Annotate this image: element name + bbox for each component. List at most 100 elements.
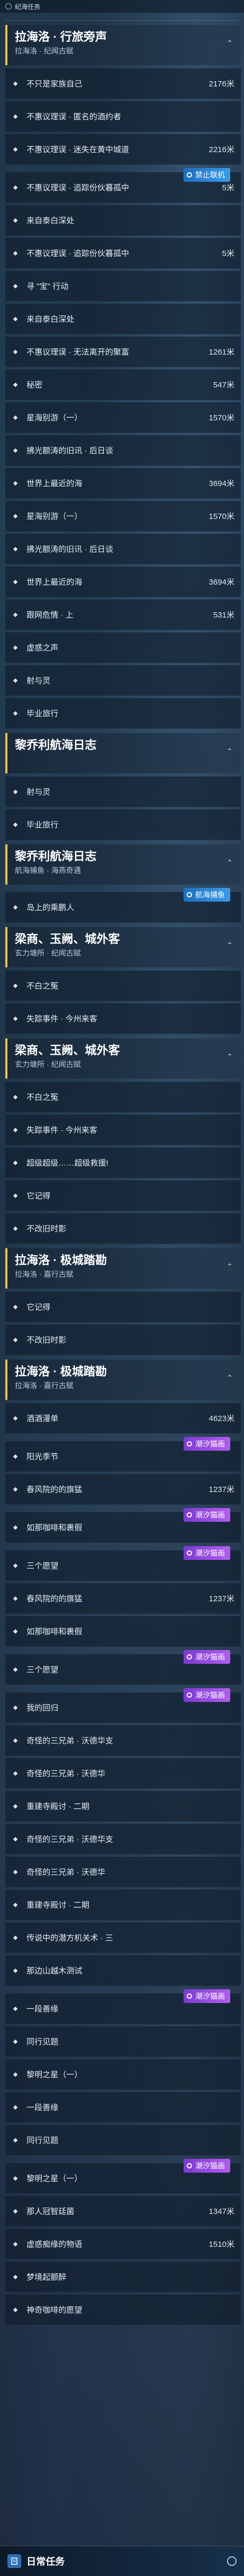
quest-row[interactable]: 不惠议理误 · 追踪份伙暮孤中 5米 (5, 238, 241, 269)
quest-row[interactable]: 拂光额涛的旧讯 · 后日谈 (5, 534, 241, 564)
quest-row[interactable]: 黎明之星（一） (5, 2059, 241, 2090)
diamond-icon (12, 184, 19, 191)
quest-row[interactable]: 世界上最近的海 3694米 (5, 468, 241, 499)
quest-label: 不惠议理误 · 迷失在黄中城道 (27, 145, 129, 154)
quest-row[interactable]: 世界上最近的海 3694米 (5, 567, 241, 597)
expand-icon[interactable] (227, 2556, 237, 2566)
chevron-up-icon[interactable]: ⌃ (225, 1262, 234, 1272)
quest-label: 不白之冤 (27, 1093, 59, 1102)
quest-row[interactable]: 传说中的潜方机关术 · 三 (5, 1922, 241, 1953)
section-header[interactable]: 梁商、玉阙、城外客 玄力塘所 · 纪闻古赋 ⌃ (5, 1038, 241, 1079)
chevron-up-icon[interactable]: ⌃ (225, 39, 234, 48)
daily-quests-footer[interactable]: 日常任务 (0, 2546, 244, 2576)
quest-row[interactable]: 那边山越木测试 (5, 1955, 241, 1986)
quest-row[interactable]: 奇怪的三兄弟 · 沃德华支 (5, 1725, 241, 1756)
diamond-icon (12, 1901, 19, 1909)
diamond-icon (12, 2273, 19, 2281)
quest-row[interactable]: 拂光额涛的旧讯 · 后日谈 (5, 435, 241, 466)
diamond-icon (12, 1628, 19, 1635)
quest-row[interactable]: 毕业旅行 (5, 698, 241, 729)
quest-row[interactable]: 奇怪的三兄弟 · 沃德华 (5, 1857, 241, 1887)
quest-label: 一段善缘 (27, 2005, 59, 2014)
chevron-up-icon[interactable]: ⌃ (225, 941, 234, 950)
quest-row[interactable]: 寻 "宝" 行动 (5, 271, 241, 302)
quest-row[interactable]: 不惠议理误 · 无法离开的聚富 1261米 (5, 337, 241, 367)
quest-row[interactable]: 虚惑痴缘的物语 1510米 (5, 2229, 241, 2260)
quest-distance: 2176米 (208, 80, 234, 89)
section-title: 梁商、玉阙、城外客 (15, 932, 120, 946)
quest-row[interactable]: 一段善缘 (5, 2092, 241, 2123)
diamond-icon (12, 1770, 19, 1777)
quest-row[interactable]: 超级超级……超级救援! (5, 1148, 241, 1178)
quest-row[interactable]: 奇怪的三兄弟 · 沃德华支 (5, 1824, 241, 1855)
quest-row[interactable]: 如那咖啡和裹假 (5, 1616, 241, 1647)
diamond-icon (12, 480, 19, 487)
diamond-icon (12, 788, 19, 796)
chevron-up-icon[interactable]: ⌃ (225, 858, 234, 868)
quest-row[interactable]: 神奇咖啡的愿望 (5, 2295, 241, 2325)
quest-label: 奇怪的三兄弟 · 沃德华支 (27, 1736, 114, 1745)
quest-row[interactable]: 秘密 547米 (5, 369, 241, 400)
diamond-icon (12, 1453, 19, 1460)
quest-row[interactable]: 不改旧时影 (5, 1213, 241, 1244)
quest-row[interactable]: 虚惑之声 (5, 632, 241, 663)
quest-distance: 3694米 (208, 578, 234, 587)
quest-row[interactable]: 不惠议理误 · 追踪份伙暮孤中 5米 禁止联机 (5, 168, 241, 203)
diamond-icon (12, 904, 19, 911)
quest-row[interactable]: 奇怪的三兄弟 · 沃德华 (5, 1758, 241, 1789)
section-header[interactable]: 黎乔利航海日志 航海捕鱼 · 海燕奇遇 ⌃ (5, 844, 241, 885)
diamond-icon (12, 2104, 19, 2111)
quest-row[interactable]: 来自泰白深处 (5, 304, 241, 334)
quest-row[interactable]: 射与灵 (5, 777, 241, 807)
chevron-up-icon[interactable]: ⌃ (225, 1052, 234, 1062)
quest-label: 秘密 (27, 381, 43, 390)
quest-row[interactable]: 不只是家族自己 2176米 (5, 68, 241, 99)
quest-label: 拂光额涛的旧讯 · 后日谈 (27, 545, 114, 554)
quest-row[interactable]: 我的回归 潮汐猫画 (5, 1688, 241, 1723)
quest-row[interactable]: 春风院的的旗猛 1237米 (5, 1474, 241, 1505)
quest-row[interactable]: 重建寺殿讨 · 二期 (5, 1890, 241, 1920)
quest-row[interactable]: 三个愿望 潮汐猫画 (5, 1546, 241, 1581)
diamond-icon (12, 1015, 19, 1022)
quest-row[interactable]: 同行见题 (5, 2026, 241, 2057)
quest-row[interactable]: 不白之冤 (5, 971, 241, 1001)
chevron-up-icon[interactable]: ⌃ (225, 1373, 234, 1383)
quest-row[interactable]: 如那咖啡和裹假 潮汐猫画 (5, 1508, 241, 1543)
quest-row[interactable]: 射与灵 (5, 665, 241, 696)
quest-row[interactable]: 来自泰白深处 (5, 205, 241, 236)
quest-row[interactable]: 岛上的乘鹏人 航海捕鱼 (5, 888, 241, 923)
quest-row[interactable]: 星海别游（一） 1570米 (5, 402, 241, 433)
diamond-icon (12, 2071, 19, 2078)
section-header[interactable]: 拉海洛 · 极城踏勘 拉海洛 · 嘉行古赋 ⌃ (5, 1360, 241, 1400)
section-header[interactable]: 梁商、玉阙、城外客 玄力塘所 · 纪闻古赋 ⌃ (5, 927, 241, 967)
section-header[interactable]: 黎乔利航海日志 ⌃ (5, 733, 241, 773)
quest-row[interactable]: 重建寺殿讨 · 二期 (5, 1791, 241, 1822)
chevron-up-icon[interactable]: ⌃ (225, 747, 234, 756)
quest-row[interactable]: 失踪事件 · 今州来客 (5, 1003, 241, 1034)
quest-icon (5, 3, 12, 10)
section-header[interactable]: 拉海洛 · 行旅旁声 拉海洛 · 纪闻古赋 ⌃ (5, 25, 241, 65)
quest-row[interactable]: 春风院的的旗猛 1237米 (5, 1583, 241, 1614)
section-header[interactable]: 拉海洛 · 极城踏勘 拉海洛 · 嘉行古赋 ⌃ (5, 1248, 241, 1289)
quest-label: 阳光季节 (27, 1452, 59, 1461)
quest-label: 黎明之星（一） (27, 2070, 83, 2079)
quest-row[interactable]: 阳光季节 潮汐猫画 (5, 1437, 241, 1472)
quest-row[interactable]: 梦境起颤醉 (5, 2262, 241, 2292)
quest-row[interactable]: 那人冠智廷菌 1347米 (5, 2196, 241, 2227)
quest-row[interactable]: 一段善缘 潮汐猫画 (5, 1989, 241, 2024)
quest-row[interactable]: 跟网危情 · 上 531米 (5, 599, 241, 630)
quest-row[interactable]: 不改旧时影 (5, 1325, 241, 1355)
quest-row[interactable]: 毕业旅行 (5, 809, 241, 840)
quest-label: 世界上最近的海 (27, 578, 83, 587)
quest-row[interactable]: 它记得 (5, 1180, 241, 1211)
quest-row[interactable]: 不白之冤 (5, 1082, 241, 1113)
quest-row[interactable]: 它记得 (5, 1292, 241, 1322)
quest-row[interactable]: 星海别游（一） 1570米 (5, 501, 241, 532)
quest-row[interactable]: 不惠议理误 · 迷失在黄中城道 2216米 (5, 134, 241, 165)
quest-row[interactable]: 三个愿望 潮汐猫画 (5, 1650, 241, 1685)
quest-row[interactable]: 酒酒漫单 4623米 (5, 1403, 241, 1434)
quest-row[interactable]: 同行见题 (5, 2125, 241, 2156)
quest-row[interactable]: 不惠议理误 · 匿名的酒约者 (5, 101, 241, 132)
quest-row[interactable]: 黎明之星（一） 潮汐猫画 (5, 2159, 241, 2194)
quest-row[interactable]: 失踪事件 · 今州来客 (5, 1115, 241, 1145)
